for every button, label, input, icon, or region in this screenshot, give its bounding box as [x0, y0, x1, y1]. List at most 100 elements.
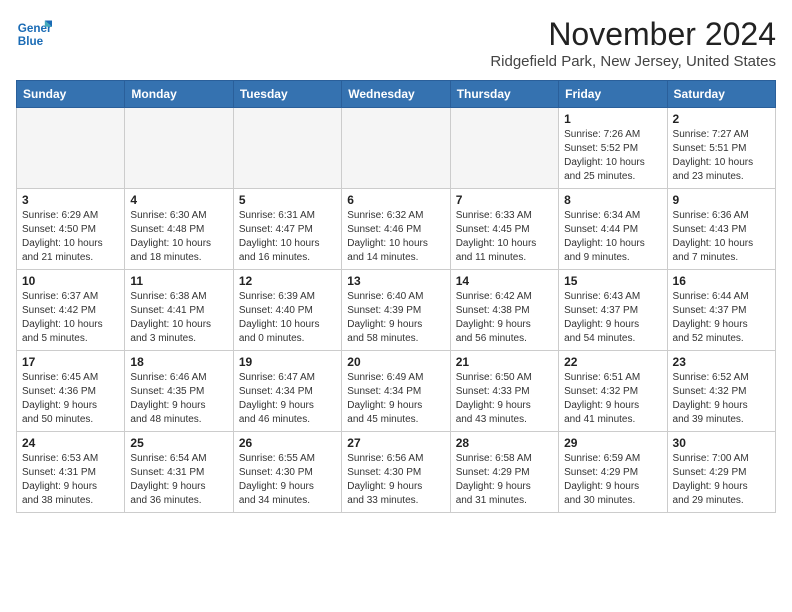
day-info: Sunrise: 6:47 AM Sunset: 4:34 PM Dayligh…: [239, 371, 336, 427]
day-number: 11: [130, 274, 227, 288]
day-number: 3: [22, 193, 119, 207]
calendar-cell: 6 Sunrise: 6:32 AM Sunset: 4:46 PM Daylig…: [342, 189, 450, 270]
day-info: Sunrise: 6:54 AM Sunset: 4:31 PM Dayligh…: [130, 452, 227, 508]
calendar-cell: 22 Sunrise: 6:51 AM Sunset: 4:32 PM Dayli…: [559, 351, 667, 432]
calendar-cell: 27 Sunrise: 6:56 AM Sunset: 4:30 PM Dayli…: [342, 432, 450, 513]
day-number: 1: [564, 112, 661, 126]
calendar-cell: 17 Sunrise: 6:45 AM Sunset: 4:36 PM Dayli…: [17, 351, 125, 432]
calendar-cell: 13Sunrise: 6:40 AM Sunset: 4:39 PM Dayli…: [342, 270, 450, 351]
calendar-week-3: 17 Sunrise: 6:45 AM Sunset: 4:36 PM Dayli…: [17, 351, 776, 432]
calendar-cell: 5Sunrise: 6:31 AM Sunset: 4:47 PM Daylig…: [233, 189, 341, 270]
logo: General Blue: [16, 16, 52, 52]
day-info: Sunrise: 6:42 AM Sunset: 4:38 PM Dayligh…: [456, 290, 553, 346]
calendar-cell: 3Sunrise: 6:29 AM Sunset: 4:50 PM Daylig…: [17, 189, 125, 270]
calendar-cell: 14 Sunrise: 6:42 AM Sunset: 4:38 PM Dayli…: [450, 270, 558, 351]
day-info: Sunrise: 6:31 AM Sunset: 4:47 PM Dayligh…: [239, 209, 336, 265]
calendar-week-2: 10 Sunrise: 6:37 AM Sunset: 4:42 PM Dayli…: [17, 270, 776, 351]
month-title: November 2024: [490, 16, 776, 53]
svg-text:Blue: Blue: [18, 35, 44, 48]
calendar-cell: 12 Sunrise: 6:39 AM Sunset: 4:40 PM Dayli…: [233, 270, 341, 351]
calendar-week-4: 24Sunrise: 6:53 AM Sunset: 4:31 PM Dayli…: [17, 432, 776, 513]
day-number: 17: [22, 355, 119, 369]
day-info: Sunrise: 6:39 AM Sunset: 4:40 PM Dayligh…: [239, 290, 336, 346]
day-number: 23: [673, 355, 770, 369]
day-info: Sunrise: 6:36 AM Sunset: 4:43 PM Dayligh…: [673, 209, 770, 265]
day-number: 6: [347, 193, 444, 207]
day-number: 14: [456, 274, 553, 288]
calendar-cell: [342, 108, 450, 189]
day-number: 15: [564, 274, 661, 288]
calendar-cell: 8 Sunrise: 6:34 AM Sunset: 4:44 PM Daylig…: [559, 189, 667, 270]
day-number: 28: [456, 436, 553, 450]
calendar-cell: 11Sunrise: 6:38 AM Sunset: 4:41 PM Dayli…: [125, 270, 233, 351]
day-info: Sunrise: 6:49 AM Sunset: 4:34 PM Dayligh…: [347, 371, 444, 427]
calendar-cell: [450, 108, 558, 189]
calendar-cell: 4Sunrise: 6:30 AM Sunset: 4:48 PM Daylig…: [125, 189, 233, 270]
day-info: Sunrise: 6:44 AM Sunset: 4:37 PM Dayligh…: [673, 290, 770, 346]
calendar-week-0: 1 Sunrise: 7:26 AM Sunset: 5:52 PM Daylig…: [17, 108, 776, 189]
day-info: Sunrise: 6:46 AM Sunset: 4:35 PM Dayligh…: [130, 371, 227, 427]
day-info: Sunrise: 6:34 AM Sunset: 4:44 PM Dayligh…: [564, 209, 661, 265]
day-info: Sunrise: 6:33 AM Sunset: 4:45 PM Dayligh…: [456, 209, 553, 265]
day-number: 10: [22, 274, 119, 288]
calendar-cell: 29 Sunrise: 6:59 AM Sunset: 4:29 PM Dayli…: [559, 432, 667, 513]
calendar-header: SundayMondayTuesdayWednesdayThursdayFrid…: [17, 81, 776, 108]
day-info: Sunrise: 6:55 AM Sunset: 4:30 PM Dayligh…: [239, 452, 336, 508]
weekday-header-sunday: Sunday: [17, 81, 125, 108]
calendar-table: SundayMondayTuesdayWednesdayThursdayFrid…: [16, 80, 776, 513]
calendar-cell: 28Sunrise: 6:58 AM Sunset: 4:29 PM Dayli…: [450, 432, 558, 513]
day-number: 27: [347, 436, 444, 450]
calendar-cell: [125, 108, 233, 189]
day-number: 24: [22, 436, 119, 450]
weekday-header-monday: Monday: [125, 81, 233, 108]
header: General Blue November 2024 Ridgefield Pa…: [16, 16, 776, 70]
logo-icon: General Blue: [16, 16, 52, 52]
day-info: Sunrise: 6:59 AM Sunset: 4:29 PM Dayligh…: [564, 452, 661, 508]
day-info: Sunrise: 7:27 AM Sunset: 5:51 PM Dayligh…: [673, 128, 770, 184]
calendar-cell: 10 Sunrise: 6:37 AM Sunset: 4:42 PM Dayli…: [17, 270, 125, 351]
day-info: Sunrise: 6:52 AM Sunset: 4:32 PM Dayligh…: [673, 371, 770, 427]
day-number: 19: [239, 355, 336, 369]
calendar-cell: 18 Sunrise: 6:46 AM Sunset: 4:35 PM Dayli…: [125, 351, 233, 432]
day-number: 12: [239, 274, 336, 288]
calendar-cell: 24Sunrise: 6:53 AM Sunset: 4:31 PM Dayli…: [17, 432, 125, 513]
calendar-cell: 7 Sunrise: 6:33 AM Sunset: 4:45 PM Daylig…: [450, 189, 558, 270]
day-info: Sunrise: 6:51 AM Sunset: 4:32 PM Dayligh…: [564, 371, 661, 427]
day-number: 21: [456, 355, 553, 369]
day-info: Sunrise: 7:00 AM Sunset: 4:29 PM Dayligh…: [673, 452, 770, 508]
calendar-cell: 23 Sunrise: 6:52 AM Sunset: 4:32 PM Dayli…: [667, 351, 775, 432]
calendar-body: 1 Sunrise: 7:26 AM Sunset: 5:52 PM Daylig…: [17, 108, 776, 513]
day-info: Sunrise: 6:45 AM Sunset: 4:36 PM Dayligh…: [22, 371, 119, 427]
day-number: 18: [130, 355, 227, 369]
calendar-cell: 30 Sunrise: 7:00 AM Sunset: 4:29 PM Dayli…: [667, 432, 775, 513]
day-number: 30: [673, 436, 770, 450]
day-number: 26: [239, 436, 336, 450]
calendar-cell: 9 Sunrise: 6:36 AM Sunset: 4:43 PM Daylig…: [667, 189, 775, 270]
calendar-cell: [233, 108, 341, 189]
day-number: 7: [456, 193, 553, 207]
day-number: 25: [130, 436, 227, 450]
calendar-cell: 15Sunrise: 6:43 AM Sunset: 4:37 PM Dayli…: [559, 270, 667, 351]
day-info: Sunrise: 7:26 AM Sunset: 5:52 PM Dayligh…: [564, 128, 661, 184]
calendar-week-1: 3Sunrise: 6:29 AM Sunset: 4:50 PM Daylig…: [17, 189, 776, 270]
weekday-header-saturday: Saturday: [667, 81, 775, 108]
weekday-header-tuesday: Tuesday: [233, 81, 341, 108]
weekday-header-wednesday: Wednesday: [342, 81, 450, 108]
day-number: 29: [564, 436, 661, 450]
day-number: 2: [673, 112, 770, 126]
weekday-header-thursday: Thursday: [450, 81, 558, 108]
day-number: 22: [564, 355, 661, 369]
day-info: Sunrise: 6:37 AM Sunset: 4:42 PM Dayligh…: [22, 290, 119, 346]
day-number: 9: [673, 193, 770, 207]
day-number: 16: [673, 274, 770, 288]
calendar-cell: 25 Sunrise: 6:54 AM Sunset: 4:31 PM Dayli…: [125, 432, 233, 513]
calendar-cell: 19 Sunrise: 6:47 AM Sunset: 4:34 PM Dayli…: [233, 351, 341, 432]
day-info: Sunrise: 6:56 AM Sunset: 4:30 PM Dayligh…: [347, 452, 444, 508]
day-info: Sunrise: 6:32 AM Sunset: 4:46 PM Dayligh…: [347, 209, 444, 265]
title-area: November 2024 Ridgefield Park, New Jerse…: [490, 16, 776, 70]
calendar-cell: 26 Sunrise: 6:55 AM Sunset: 4:30 PM Dayli…: [233, 432, 341, 513]
day-info: Sunrise: 6:30 AM Sunset: 4:48 PM Dayligh…: [130, 209, 227, 265]
calendar-cell: [17, 108, 125, 189]
day-number: 8: [564, 193, 661, 207]
day-info: Sunrise: 6:50 AM Sunset: 4:33 PM Dayligh…: [456, 371, 553, 427]
